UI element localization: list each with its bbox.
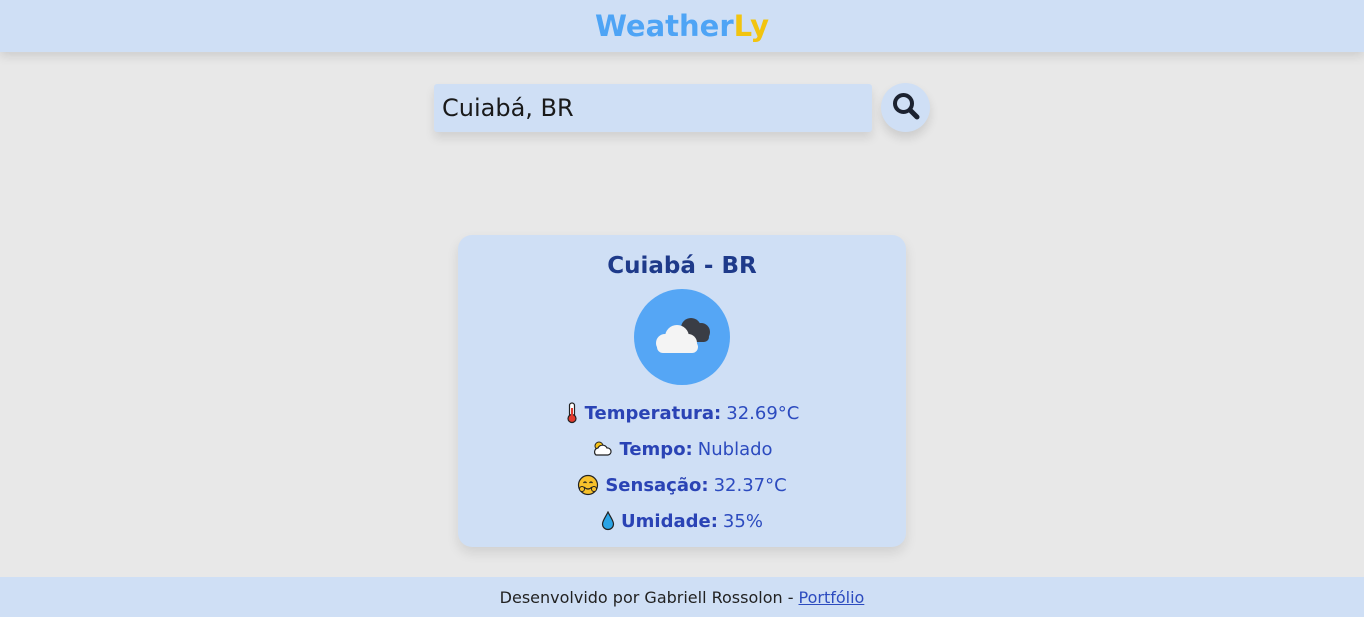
feels-like-row: Sensação: 32.37°C bbox=[458, 467, 906, 503]
city-title: Cuiabá - BR bbox=[607, 253, 757, 279]
thermometer-icon bbox=[565, 402, 579, 424]
weather-icon-container bbox=[634, 289, 730, 385]
weather-value: Nublado bbox=[697, 438, 773, 460]
app-footer: Desenvolvido por Gabriell Rossolon - Por… bbox=[0, 577, 1364, 617]
temperature-label: Temperatura: bbox=[584, 402, 722, 424]
weather-info: Temperatura: 32.69°C Tempo: Nublado Sens… bbox=[458, 395, 906, 539]
temperature-value: 32.69°C bbox=[726, 402, 800, 424]
humidity-label: Umidade: bbox=[621, 510, 718, 532]
feels-like-value: 32.37°C bbox=[713, 474, 787, 496]
humidity-row: Umidade: 35% bbox=[458, 503, 906, 539]
app-logo: WeatherLy bbox=[595, 9, 769, 43]
search-input[interactable] bbox=[434, 83, 872, 132]
feels-like-label: Sensação: bbox=[605, 474, 709, 496]
weather-row: Tempo: Nublado bbox=[458, 431, 906, 467]
temperature-row: Temperatura: 32.69°C bbox=[458, 395, 906, 431]
logo-weather: Weather bbox=[594, 9, 734, 43]
droplet-icon bbox=[601, 511, 615, 531]
search-icon bbox=[891, 91, 921, 125]
footer-credit: Desenvolvido por Gabriell Rossolon - bbox=[499, 587, 794, 607]
smiling-face-icon bbox=[577, 474, 599, 496]
portfolio-link[interactable]: Portfólio bbox=[799, 588, 865, 607]
weather-card: Cuiabá - BR Temperatura: 32.69°C Tempo: … bbox=[458, 235, 906, 547]
search-button[interactable] bbox=[881, 83, 930, 132]
logo-ly: Ly bbox=[733, 9, 770, 43]
humidity-value: 35% bbox=[722, 510, 763, 532]
weather-label: Tempo: bbox=[619, 438, 693, 460]
app-header: WeatherLy bbox=[0, 0, 1364, 52]
search-bar bbox=[434, 83, 930, 132]
cloud-sun-icon bbox=[591, 440, 613, 458]
cloud-icon bbox=[647, 310, 717, 364]
